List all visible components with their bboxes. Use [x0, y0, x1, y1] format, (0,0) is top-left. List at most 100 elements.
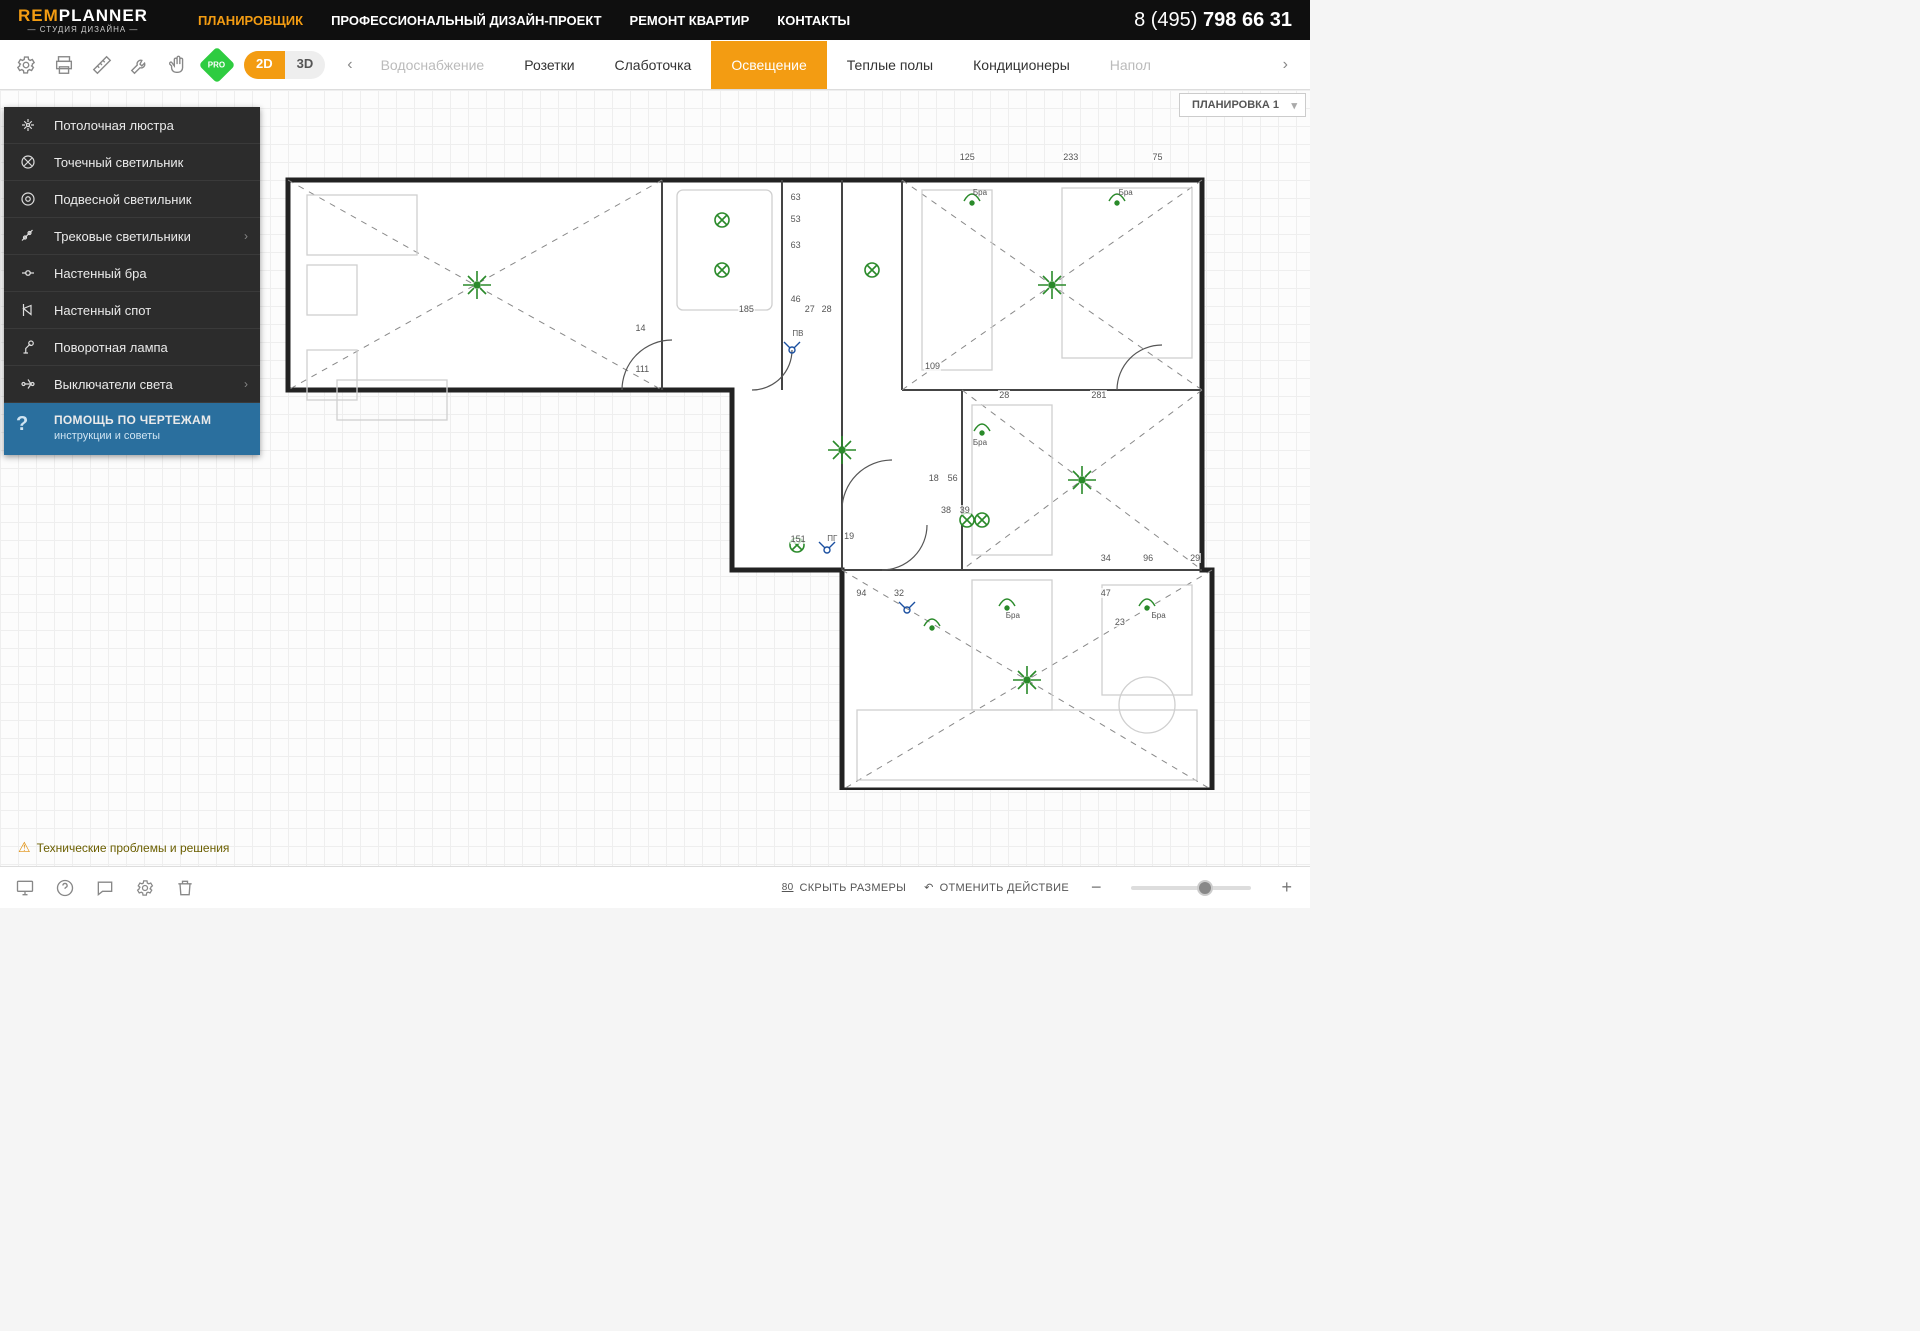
dimension-label: 39 [959, 505, 971, 515]
tool-ceiling-chandelier[interactable]: Потолочная люстра [4, 107, 260, 144]
tabs-next-icon[interactable]: › [1275, 56, 1296, 74]
tool-track-lights[interactable]: Трековые светильники › [4, 218, 260, 255]
main-nav: ПЛАНИРОВЩИК ПРОФЕССИОНАЛЬНЫЙ ДИЗАЙН-ПРОЕ… [198, 13, 850, 28]
nav-planner[interactable]: ПЛАНИРОВЩИК [198, 13, 303, 28]
fixture-label: Бра [1152, 611, 1166, 620]
tools-wrench-icon[interactable] [128, 53, 152, 77]
dimension-label: 75 [1152, 152, 1164, 162]
tool-swivel-lamp[interactable]: Поворотная лампа [4, 329, 260, 366]
tab-floor[interactable]: Напол [1090, 41, 1171, 89]
help-icon: ? [16, 413, 40, 443]
present-icon[interactable] [14, 877, 36, 899]
view-toggle: 2D 3D [244, 51, 325, 79]
undo-icon: ↶ [924, 881, 934, 894]
settings-gear-icon[interactable] [14, 53, 38, 77]
dimension-label: 47 [1100, 588, 1112, 598]
floor-plan[interactable]: 125 233 75 63 53 63 185 14 111 4627 28 109 28 281 18 56… [282, 150, 1222, 790]
hand-icon[interactable] [166, 53, 190, 77]
dimension-label: 111 [635, 364, 651, 374]
dimension-label: 28 [998, 390, 1010, 400]
tool-pendant-light[interactable]: Подвесной светильник [4, 181, 260, 218]
tool-spot-light[interactable]: Точечный светильник [4, 144, 260, 181]
dimension-label: 53 [790, 214, 802, 224]
tab-ac[interactable]: Кондиционеры [953, 41, 1090, 89]
zoom-out-button[interactable]: − [1087, 877, 1106, 898]
top-tabs: Водоснабжение Розетки Слаботочка Освещен… [361, 41, 1275, 89]
wall-spot-icon [16, 301, 40, 319]
nav-contacts[interactable]: КОНТАКТЫ [777, 13, 850, 28]
trash-icon[interactable] [174, 877, 196, 899]
dimension-label: 28 [821, 304, 833, 314]
dimension-label: 46 [790, 294, 802, 304]
chandelier-icon [16, 116, 40, 134]
zoom-slider[interactable] [1131, 886, 1251, 890]
dimension-label: 29 [1189, 553, 1201, 563]
chevron-right-icon: › [244, 229, 248, 243]
tab-sockets[interactable]: Розетки [504, 41, 594, 89]
top-header: REMPLANNER — СТУДИЯ ДИЗАЙНА — ПЛАНИРОВЩИ… [0, 0, 1310, 40]
track-icon [16, 227, 40, 245]
phone-number[interactable]: 8 (495) 798 66 31 [1134, 9, 1292, 32]
dimension-label: 233 [1062, 152, 1079, 162]
dimension-label: 18 [928, 473, 940, 483]
tab-water[interactable]: Водоснабжение [361, 41, 505, 89]
tool-wall-spot[interactable]: Настенный спот [4, 292, 260, 329]
sconce-icon [16, 264, 40, 282]
nav-repair[interactable]: РЕМОНТ КВАРТИР [630, 13, 750, 28]
zoom-slider-thumb[interactable] [1197, 880, 1213, 896]
dimension-label: 151 [790, 534, 807, 544]
tab-lighting[interactable]: Освещение [711, 41, 826, 89]
dimension-label: 109 [924, 361, 941, 371]
dimension-label: 96 [1142, 553, 1154, 563]
tools-panel: Потолочная люстра Точечный светильник По… [4, 107, 260, 455]
fixture-label: Бра [973, 438, 987, 447]
ruler-icon[interactable] [90, 53, 114, 77]
dimension-label: 34 [1100, 553, 1112, 563]
fixture-label: Бра [1119, 188, 1133, 197]
help-circle-icon[interactable] [54, 877, 76, 899]
dimension-label: 125 [959, 152, 976, 162]
view-2d[interactable]: 2D [244, 51, 285, 79]
nav-design[interactable]: ПРОФЕССИОНАЛЬНЫЙ ДИЗАЙН-ПРОЕКТ [331, 13, 601, 28]
bottom-bar: 80 СКРЫТЬ РАЗМЕРЫ ↶ ОТМЕНИТЬ ДЕЙСТВИЕ − … [0, 866, 1310, 908]
switches-icon [16, 375, 40, 393]
view-3d[interactable]: 3D [285, 51, 326, 79]
pendant-icon [16, 190, 40, 208]
dimension-label: 94 [855, 588, 867, 598]
toolbar: PRO 2D 3D ‹ Водоснабжение Розетки Слабот… [0, 40, 1310, 90]
swivel-lamp-icon [16, 338, 40, 356]
layout-selector[interactable]: ПЛАНИРОВКА 1 [1179, 93, 1306, 117]
fixture-label: ПГ [827, 534, 837, 543]
tab-floorheating[interactable]: Теплые полы [827, 41, 953, 89]
zoom-in-button[interactable]: + [1277, 877, 1296, 898]
tab-lowvoltage[interactable]: Слаботочка [595, 41, 712, 89]
dimension-label: 56 [947, 473, 959, 483]
hide-dims-button[interactable]: 80 СКРЫТЬ РАЗМЕРЫ [782, 882, 906, 894]
chevron-right-icon: › [244, 377, 248, 391]
dimension-label: 27 [804, 304, 816, 314]
settings-gear-icon[interactable] [134, 877, 156, 899]
chat-icon[interactable] [94, 877, 116, 899]
fixture-label: Бра [1006, 611, 1020, 620]
dimension-label: 38 [940, 505, 952, 515]
dimension-label: 23 [1114, 617, 1126, 627]
dimension-label: 63 [790, 240, 802, 250]
dimension-label: 281 [1090, 390, 1107, 400]
spotlight-icon [16, 153, 40, 171]
dimension-label: 185 [738, 304, 755, 314]
tool-wall-sconce[interactable]: Настенный бра [4, 255, 260, 292]
help-drawings[interactable]: ? ПОМОЩЬ ПО ЧЕРТЕЖАМ инструкции и советы [4, 403, 260, 455]
logo[interactable]: REMPLANNER — СТУДИЯ ДИЗАЙНА — [18, 7, 148, 34]
dimension-label: 63 [790, 192, 802, 202]
dimension-label: 14 [635, 323, 647, 333]
pro-badge[interactable]: PRO [199, 46, 236, 83]
print-icon[interactable] [52, 53, 76, 77]
warning-icon: ⚠ [18, 839, 31, 856]
fixture-label: ПВ [792, 329, 803, 338]
dimension-label: 19 [843, 531, 855, 541]
tech-problems-link[interactable]: ⚠ Технические проблемы и решения [18, 839, 229, 856]
tabs-prev-icon[interactable]: ‹ [339, 56, 360, 74]
tool-light-switches[interactable]: Выключатели света › [4, 366, 260, 403]
dimension-label: 32 [893, 588, 905, 598]
undo-button[interactable]: ↶ ОТМЕНИТЬ ДЕЙСТВИЕ [924, 881, 1069, 894]
